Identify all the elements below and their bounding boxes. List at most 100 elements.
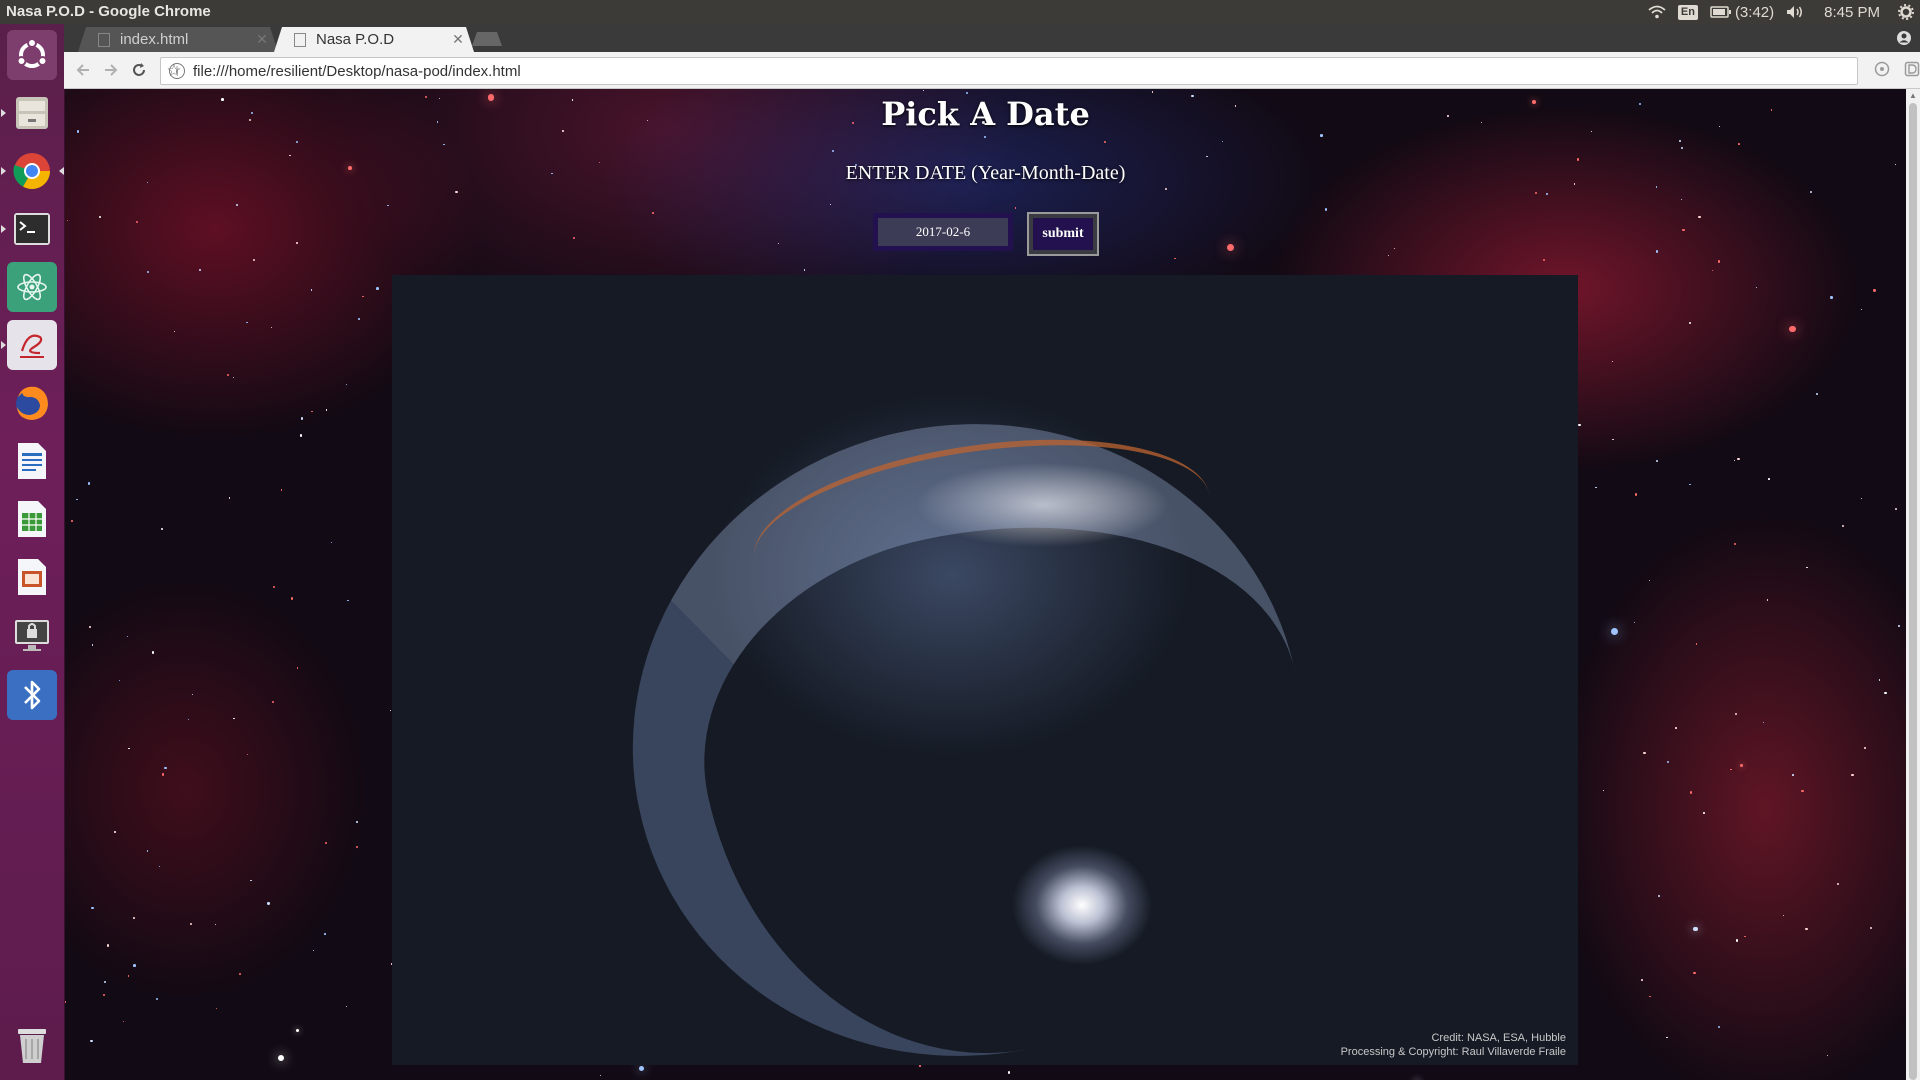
tab-label: index.html xyxy=(120,31,189,48)
ubuntu-dash-button[interactable] xyxy=(7,30,57,80)
running-indicator xyxy=(1,225,6,233)
star-dot xyxy=(1717,260,1721,263)
star-dot xyxy=(324,933,326,935)
star-dot xyxy=(330,541,332,544)
star-dot xyxy=(1655,250,1658,253)
star-dot xyxy=(226,373,230,377)
spreadsheet-icon xyxy=(18,501,46,537)
terminal-launcher-button[interactable] xyxy=(1,204,57,254)
reload-button[interactable] xyxy=(126,57,152,83)
volume-icon[interactable] xyxy=(1786,5,1804,19)
star-dot xyxy=(114,831,117,834)
files-launcher-button[interactable] xyxy=(1,88,57,138)
star-dot xyxy=(1733,459,1735,461)
calc-launcher-button[interactable] xyxy=(7,494,57,544)
star-dot xyxy=(1861,308,1863,310)
star-dot xyxy=(127,975,130,977)
back-button[interactable] xyxy=(70,57,96,83)
star-dot xyxy=(252,258,256,261)
star-dot xyxy=(1576,158,1580,161)
star-dot xyxy=(1680,199,1682,201)
atom-launcher-button[interactable] xyxy=(7,262,57,312)
star-dot xyxy=(91,906,94,909)
text-editor-launcher-button[interactable] xyxy=(1,320,57,370)
gear-icon[interactable] xyxy=(1898,4,1914,20)
star-dot xyxy=(1104,140,1107,143)
star-dot xyxy=(250,880,252,882)
star-dot xyxy=(777,242,779,245)
star-dot xyxy=(267,902,270,905)
star-dot xyxy=(1578,423,1581,427)
tab-index-html[interactable]: index.html ✕ xyxy=(78,27,278,52)
presentation-icon xyxy=(18,559,46,595)
running-indicator xyxy=(1,341,6,349)
star-dot xyxy=(1611,627,1619,635)
star-dot xyxy=(325,409,327,411)
star-dot xyxy=(1737,457,1740,461)
star-dot xyxy=(233,717,236,720)
star-dot xyxy=(1227,244,1235,252)
star-dot xyxy=(1595,486,1597,489)
star-dot xyxy=(1861,497,1863,499)
star-dot xyxy=(1695,643,1698,645)
star-dot xyxy=(311,410,313,412)
new-tab-button[interactable] xyxy=(472,32,502,46)
wifi-icon[interactable] xyxy=(1648,5,1666,19)
star-dot xyxy=(1873,289,1876,292)
date-input[interactable] xyxy=(873,213,1013,251)
close-tab-icon[interactable]: ✕ xyxy=(448,31,468,48)
firefox-launcher-button[interactable] xyxy=(7,378,57,428)
extension-d-icon[interactable] xyxy=(1904,61,1920,77)
bookmark-star-icon[interactable]: ☆ xyxy=(161,61,187,81)
address-bar[interactable]: i file:///home/resilient/Desktop/nasa-po… xyxy=(160,57,1858,85)
star-dot xyxy=(289,154,291,157)
url-text[interactable]: file:///home/resilient/Desktop/nasa-pod/… xyxy=(193,63,1857,80)
star-dot xyxy=(87,482,90,485)
star-dot xyxy=(291,597,294,600)
impress-launcher-button[interactable] xyxy=(7,552,57,602)
star-dot xyxy=(1810,191,1813,194)
date-instruction: ENTER DATE (Year-Month-Date) xyxy=(845,162,1126,184)
lock-screen-launcher-button[interactable] xyxy=(7,610,57,660)
extension-icon[interactable] xyxy=(1874,61,1890,77)
trash-launcher-button[interactable] xyxy=(7,1020,57,1070)
keyboard-language-indicator[interactable]: En xyxy=(1677,4,1698,20)
tab-nasa-pod[interactable]: Nasa P.O.D ✕ xyxy=(274,27,474,52)
profile-icon[interactable] xyxy=(1896,30,1912,46)
forward-button[interactable] xyxy=(98,57,124,83)
star-dot xyxy=(198,268,202,272)
star-dot xyxy=(1682,228,1685,232)
star-dot xyxy=(128,747,131,750)
star-dot xyxy=(1387,254,1389,256)
star-dot xyxy=(1393,247,1395,250)
terminal-icon xyxy=(14,213,50,245)
battery-time: (3:42) xyxy=(1734,3,1775,21)
star-dot xyxy=(638,1065,645,1072)
scroll-up-arrow-icon[interactable]: ▲ xyxy=(1909,91,1917,100)
star-dot xyxy=(1658,895,1661,897)
star-dot xyxy=(1014,207,1017,210)
star-dot xyxy=(1792,774,1794,776)
battery-indicator[interactable]: (3:42) xyxy=(1710,4,1774,21)
star-dot xyxy=(1165,188,1168,191)
star-dot xyxy=(599,1074,602,1077)
star-dot xyxy=(1801,789,1804,792)
star-dot xyxy=(162,773,165,776)
star-dot xyxy=(1836,882,1839,885)
writer-launcher-button[interactable] xyxy=(7,436,57,486)
tab-label: Nasa P.O.D xyxy=(316,31,395,48)
clock[interactable]: 8:45 PM xyxy=(1824,4,1880,21)
page-scrollbar[interactable]: ▲ xyxy=(1906,89,1920,1080)
close-tab-icon[interactable]: ✕ xyxy=(252,31,272,48)
scrollbar-thumb[interactable] xyxy=(1909,103,1917,1080)
bluetooth-launcher-button[interactable] xyxy=(7,670,57,720)
star-dot xyxy=(119,679,121,682)
star-dot xyxy=(1898,625,1901,628)
submit-button[interactable]: submit xyxy=(1027,212,1099,256)
star-dot xyxy=(572,236,575,239)
star-dot xyxy=(922,90,924,92)
star-dot xyxy=(1851,774,1854,777)
chrome-launcher-button[interactable] xyxy=(1,146,64,196)
star-dot xyxy=(1151,90,1154,93)
star-dot xyxy=(1320,134,1323,137)
